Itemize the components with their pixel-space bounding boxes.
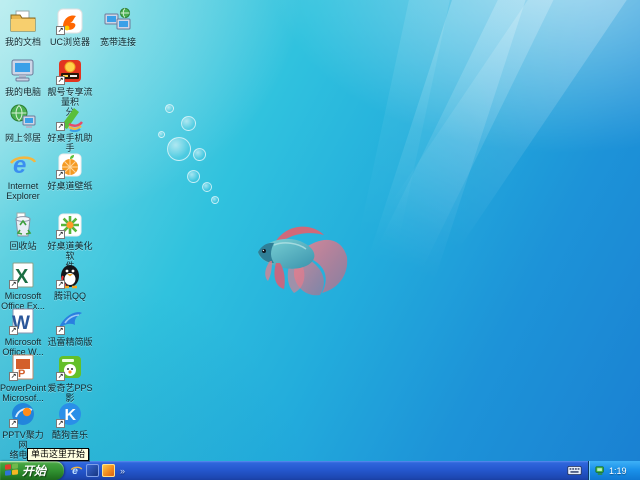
haozhuodao-beautify-icon: ↗ [55,210,85,240]
windows-flag-icon [5,463,19,477]
shortcut-arrow-overlay: ↗ [9,372,18,381]
desktop-icon-internet-explorer[interactable]: e Internet Explorer [0,150,46,201]
network-places-icon [8,102,38,132]
my-documents-icon [8,6,38,36]
icon-label: UC浏览器 [47,37,93,47]
desktop-icon-uc-browser[interactable]: ↗ UC浏览器 [47,6,93,47]
start-button[interactable]: 开始 [0,461,64,480]
keyboard-icon [567,466,582,475]
bubble [202,182,212,192]
desktop-icon-haozhuo-phone-assistant[interactable]: ↗ 好桌手机助手 [47,102,93,153]
icon-label: 我的电脑 [0,87,46,97]
shortcut-arrow-overlay: ↗ [9,280,18,289]
shortcut-arrow-overlay: ↗ [56,326,65,335]
haozhuodao-wallpaper-icon: ↗ [55,150,85,180]
desktop-icon-xunlei-lite[interactable]: ↗ 迅雷精简版 [47,306,93,347]
svg-text:e: e [13,152,26,179]
taskbar-empty-area[interactable] [125,461,567,480]
icon-label: 我的文档 [0,37,46,47]
shortcut-arrow-overlay: ↗ [56,372,65,381]
xunlei-bird-icon: ↗ [55,306,85,336]
icon-label: 腾讯QQ [47,291,93,301]
bubble [187,170,200,183]
desktop: 我的文档 我的电脑 网上邻居 e Internet Explorer 回收站 X… [0,0,640,480]
shortcut-arrow-overlay: ↗ [9,326,18,335]
internet-explorer-icon: e [8,150,38,180]
blue-app-icon[interactable] [86,464,99,477]
pptv-icon: ↗ [8,399,38,429]
desktop-icon-my-computer[interactable]: 我的电脑 [0,56,46,97]
system-tray: 1:19 [588,461,640,480]
excel-icon: X ↗ [8,260,38,290]
icon-label: 回收站 [0,241,46,251]
desktop-icon-kugou-music[interactable]: K ↗ 酷狗音乐 [47,399,93,440]
shortcut-arrow-overlay: ↗ [56,419,65,428]
bubble [167,137,191,161]
iqiyi-pps-icon: ↗ [55,352,85,382]
icon-label: 宽带连接 [95,37,141,47]
svg-text:K: K [65,407,77,424]
qq-penguin-icon: ↗ [55,260,85,290]
start-button-label: 开始 [22,462,46,479]
bubble [158,131,165,138]
lianghao-promo-icon: ↗ [55,56,85,86]
broadband-connection-icon [103,6,133,36]
shortcut-arrow-overlay: ↗ [56,26,65,35]
icon-label: 网上邻居 [0,133,46,143]
betta-fish-wallpaper-figure [250,205,360,300]
bubble [165,104,174,113]
powerpoint-icon: P ↗ [8,352,38,382]
tray-clock[interactable]: 1:19 [609,466,627,476]
language-keyboard-indicator[interactable] [567,461,582,480]
desktop-icon-broadband-connection[interactable]: 宽带连接 [95,6,141,47]
desktop-icon-recycle-bin[interactable]: 回收站 [0,210,46,251]
internet-explorer-icon[interactable]: e [70,464,83,477]
icon-label: 迅雷精简版 [47,337,93,347]
quick-launch-bar: e » [64,461,125,480]
kugou-music-icon: K ↗ [55,399,85,429]
shortcut-arrow-overlay: ↗ [56,170,65,179]
bubble [181,116,196,131]
shortcut-arrow-overlay: ↗ [56,280,65,289]
bubble [211,196,219,204]
recycle-bin-icon [8,210,38,240]
start-tooltip: 单击这里开始 [27,448,89,461]
shortcut-arrow-overlay: ↗ [56,122,65,131]
icon-label: 好桌道壁纸 [47,181,93,191]
word-icon: W ↗ [8,306,38,336]
desktop-icon-powerpoint[interactable]: P ↗ PowerPoint Microsof... [0,352,46,403]
my-computer-icon [8,56,38,86]
uc-browser-icon: ↗ [55,6,85,36]
orange-image-app-icon[interactable] [102,464,115,477]
bubble [193,148,206,161]
shortcut-arrow-overlay: ↗ [56,76,65,85]
desktop-icon-my-documents[interactable]: 我的文档 [0,6,46,47]
desktop-icon-haozhuodao-wallpaper[interactable]: ↗ 好桌道壁纸 [47,150,93,191]
desktop-icon-excel[interactable]: X ↗ Microsoft Office Ex... [0,260,46,311]
haozhuo-phone-assistant-icon: ↗ [55,102,85,132]
taskbar: 开始 e » 1:19 [0,461,640,480]
icon-label: 酷狗音乐 [47,430,93,440]
desktop-icon-network-places[interactable]: 网上邻居 [0,102,46,143]
desktop-icon-tencent-qq[interactable]: ↗ 腾讯QQ [47,260,93,301]
svg-text:P: P [18,368,25,380]
desktop-icon-word[interactable]: W ↗ Microsoft Office W... [0,306,46,357]
shortcut-arrow-overlay: ↗ [56,230,65,239]
icon-label: Internet Explorer [0,181,46,201]
green-utility-tray-icon[interactable] [595,465,606,476]
shortcut-arrow-overlay: ↗ [9,419,18,428]
